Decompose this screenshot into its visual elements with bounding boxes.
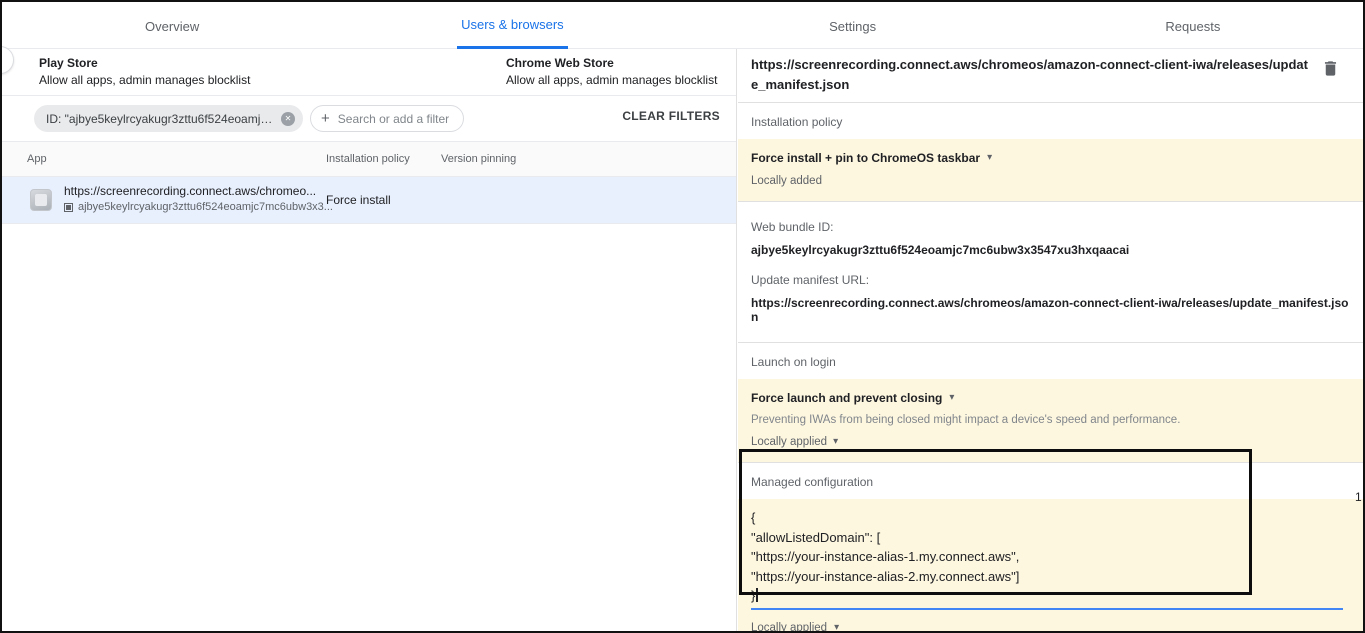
- bundle-info-section: Web bundle ID: ajbye5keylrcyakugr3zttu6f…: [738, 202, 1363, 343]
- play-store-subtitle: Allow all apps, admin manages blocklist: [39, 72, 250, 89]
- play-store-summary: Play Store Allow all apps, admin manages…: [39, 55, 250, 89]
- detail-title-section: https://screenrecording.connect.aws/chro…: [738, 49, 1363, 103]
- launch-on-login-section-header: Launch on login: [738, 343, 1363, 379]
- managed-configuration-status-dropdown[interactable]: Locally applied ▾: [751, 622, 1350, 633]
- tab-overview-label: Overview: [141, 4, 203, 46]
- chrome-web-store-title: Chrome Web Store: [506, 55, 717, 72]
- launch-on-login-dropdown[interactable]: Force launch and prevent closing ▾: [751, 391, 1350, 405]
- chrome-web-store-subtitle: Allow all apps, admin manages blocklist: [506, 72, 717, 89]
- launch-on-login-note: Preventing IWAs from being closed might …: [751, 414, 1311, 426]
- chrome-web-store-summary: Chrome Web Store Allow all apps, admin m…: [506, 55, 717, 89]
- app-row-installation-policy: Force install: [326, 193, 391, 207]
- app-row-id: ajbye5keylrcyakugr3zttu6f524eoamjc7mc6ub…: [78, 201, 333, 213]
- launch-on-login-value: Force launch and prevent closing: [751, 391, 942, 405]
- text-caret: [756, 588, 758, 602]
- installation-policy-box: Force install + pin to ChromeOS taskbar …: [738, 139, 1363, 202]
- json-line: }: [751, 586, 1350, 606]
- add-filter-button[interactable]: + Search or add a filter: [310, 105, 464, 132]
- filter-bar: ID: "ajbye5keylrcyakugr3zttu6f524eoamjc7…: [2, 96, 736, 141]
- installation-policy-status: Locally added: [751, 175, 1350, 187]
- apps-list-panel: Play Store Allow all apps, admin manages…: [2, 49, 737, 631]
- json-line: "allowListedDomain": [: [751, 528, 1350, 548]
- play-store-title: Play Store: [39, 55, 250, 72]
- update-manifest-url-label: Update manifest URL:: [751, 273, 1350, 287]
- installation-policy-status-label: Locally added: [751, 175, 822, 187]
- app-row-id-line: ajbye5keylrcyakugr3zttu6f524eoamjc7mc6ub…: [64, 201, 333, 213]
- tab-bar: Overview Users & browsers Settings Reque…: [2, 2, 1363, 49]
- tab-users-and-browsers[interactable]: Users & browsers: [342, 2, 682, 48]
- managed-configuration-box: { "allowListedDomain": [ "https://your-i…: [738, 499, 1363, 633]
- tab-settings[interactable]: Settings: [683, 2, 1023, 48]
- json-line: {: [751, 508, 1350, 528]
- column-header-app: App: [27, 153, 47, 165]
- installation-policy-section-header: Installation policy: [738, 103, 1363, 139]
- table-row[interactable]: https://screenrecording.connect.aws/chro…: [2, 177, 736, 224]
- app-icon: [30, 189, 52, 211]
- web-bundle-id-label: Web bundle ID:: [751, 220, 1350, 234]
- tab-overview[interactable]: Overview: [2, 2, 342, 48]
- clear-filters-button[interactable]: CLEAR FILTERS: [622, 109, 720, 123]
- managed-configuration-section-header: Managed configuration: [738, 463, 1363, 499]
- chevron-down-icon: ▾: [949, 393, 954, 403]
- launch-on-login-box: Force launch and prevent closing ▾ Preve…: [738, 379, 1363, 463]
- store-policy-summary-row: Play Store Allow all apps, admin manages…: [2, 49, 736, 96]
- delete-app-button[interactable]: [1321, 59, 1341, 79]
- column-header-installation-policy: Installation policy: [326, 153, 410, 165]
- active-filter-chip[interactable]: ID: "ajbye5keylrcyakugr3zttu6f524eoamjc7…: [34, 105, 303, 132]
- add-filter-label: Search or add a filter: [338, 112, 449, 126]
- app-detail-panel: https://screenrecording.connect.aws/chro…: [738, 49, 1363, 631]
- managed-configuration-status-label: Locally applied: [751, 622, 827, 633]
- web-bundle-id-value: ajbye5keylrcyakugr3zttu6f524eoamjc7mc6ub…: [751, 243, 1350, 257]
- chevron-down-icon: ▾: [987, 153, 992, 163]
- editor-focus-underline: [751, 608, 1343, 610]
- tab-settings-label: Settings: [825, 4, 880, 46]
- managed-configuration-editor[interactable]: { "allowListedDomain": [ "https://your-i…: [751, 508, 1350, 610]
- tab-requests[interactable]: Requests: [1023, 2, 1363, 48]
- launch-on-login-section-label: Launch on login: [751, 355, 836, 369]
- launch-on-login-status-label: Locally applied: [751, 436, 827, 448]
- chevron-down-icon: ▾: [834, 623, 839, 633]
- tab-users-and-browsers-label: Users & browsers: [457, 2, 568, 49]
- web-app-icon: [64, 203, 73, 212]
- json-line: "https://your-instance-alias-2.my.connec…: [751, 567, 1350, 587]
- tab-requests-label: Requests: [1161, 4, 1224, 46]
- close-icon: ✕: [285, 114, 292, 123]
- chevron-down-icon: ▾: [833, 437, 838, 447]
- app-row-url: https://screenrecording.connect.aws/chro…: [64, 184, 316, 198]
- update-manifest-url-value: https://screenrecording.connect.aws/chro…: [751, 296, 1350, 324]
- chevron-right-icon: ›: [0, 52, 3, 69]
- installation-policy-section-label: Installation policy: [751, 115, 842, 129]
- installation-policy-dropdown[interactable]: Force install + pin to ChromeOS taskbar …: [751, 151, 1350, 165]
- filter-chip-label: ID: "ajbye5keylrcyakugr3zttu6f524eoamjc7…: [46, 112, 274, 126]
- launch-on-login-status-dropdown[interactable]: Locally applied ▾: [751, 436, 1350, 448]
- admin-console-screen: Overview Users & browsers Settings Reque…: [0, 0, 1365, 633]
- editor-char-indicator: 1: [1355, 490, 1362, 504]
- plus-icon: +: [321, 111, 330, 126]
- column-header-version-pinning: Version pinning: [441, 153, 516, 165]
- installation-policy-value: Force install + pin to ChromeOS taskbar: [751, 151, 980, 165]
- managed-configuration-section-label: Managed configuration: [751, 475, 873, 489]
- trash-icon: [1321, 59, 1340, 78]
- apps-table-header: App Installation policy Version pinning: [2, 141, 736, 177]
- remove-filter-icon[interactable]: ✕: [281, 112, 295, 126]
- json-line: "https://your-instance-alias-1.my.connec…: [751, 547, 1350, 567]
- detail-title: https://screenrecording.connect.aws/chro…: [751, 55, 1313, 95]
